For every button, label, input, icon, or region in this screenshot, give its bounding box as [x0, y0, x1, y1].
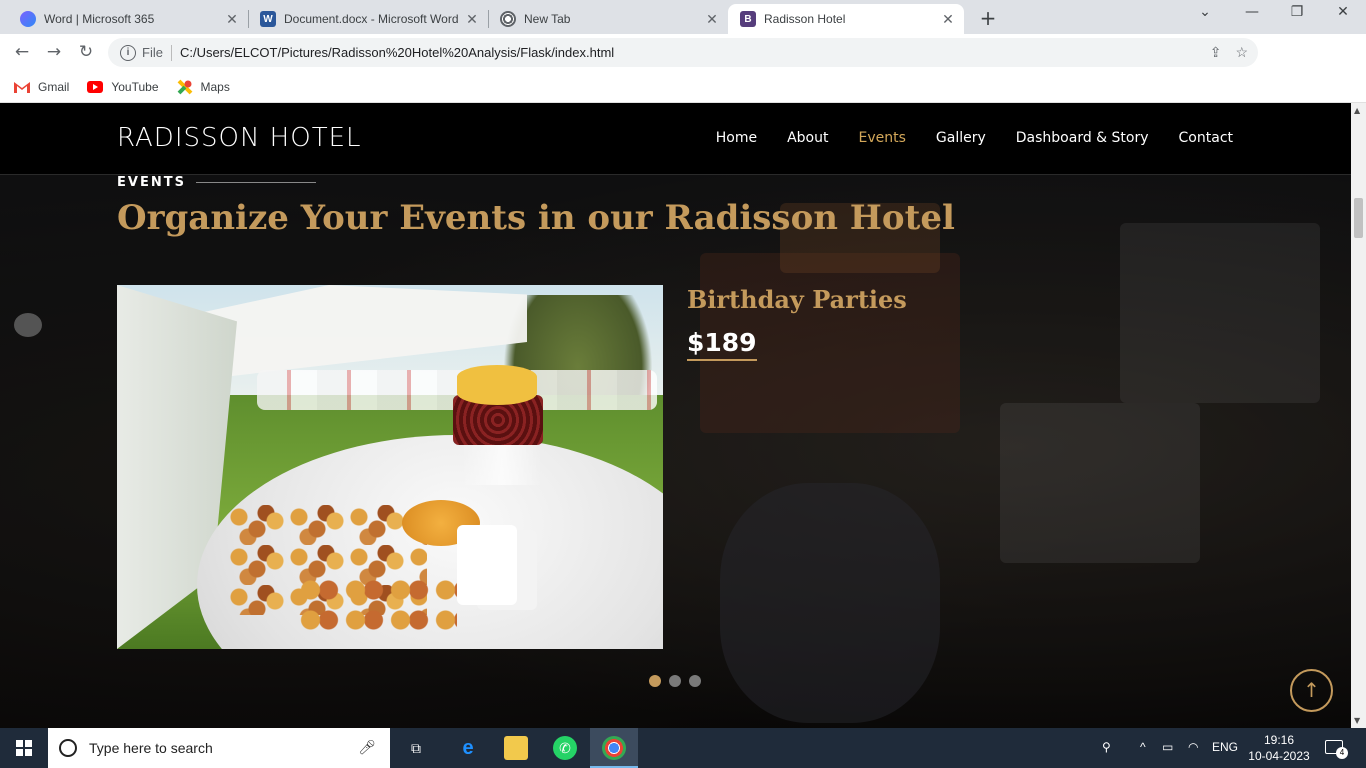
people-icon[interactable]: ⚲ [1102, 740, 1111, 754]
bootstrap-icon: B [740, 11, 756, 27]
bookmarks-bar: Gmail YouTube Maps [0, 71, 1366, 103]
nav-home[interactable]: Home [716, 130, 757, 146]
info-icon[interactable]: i [120, 44, 136, 61]
windows-taskbar: Type here to search 🎤︎ ⧉ e ✆ ⚲ ^ ▭ ◠ ENG… [0, 728, 1366, 768]
tab-document-word[interactable]: W Document.docx - Microsoft Word ✕ [248, 4, 488, 34]
language-indicator[interactable]: ENG [1212, 740, 1238, 754]
clock-time: 19:16 [1263, 733, 1295, 747]
whatsapp-icon[interactable]: ✆ [553, 736, 577, 760]
share-icon[interactable]: ⇪ [1210, 44, 1222, 61]
forward-arrow-icon[interactable]: → [42, 42, 66, 62]
event-price: $189 [687, 328, 757, 361]
close-icon[interactable]: ✕ [224, 11, 240, 28]
taskbar-clock[interactable]: 19:16 10-04-2023 [1246, 732, 1312, 764]
clock-date: 10-04-2023 [1248, 749, 1310, 763]
taskbar-search-box[interactable]: Type here to search 🎤︎ [48, 728, 390, 768]
gmail-icon [14, 81, 30, 93]
reload-icon[interactable]: ↻ [74, 42, 98, 62]
nav-events[interactable]: Events [858, 130, 905, 146]
slider-dot-3[interactable] [689, 675, 701, 687]
photo-cake-stand [462, 445, 542, 485]
tab-word-365[interactable]: Word | Microsoft 365 ✕ [8, 4, 248, 34]
bookmark-maps[interactable]: Maps [177, 79, 230, 95]
page-scrollbar[interactable]: ▲ ▼ [1351, 103, 1366, 728]
chevron-up-icon[interactable]: ^ [1140, 740, 1146, 754]
minimize-button[interactable]: — [1237, 4, 1267, 20]
close-icon[interactable]: ✕ [940, 11, 956, 28]
back-arrow-icon[interactable]: ← [10, 42, 34, 62]
word-icon: W [260, 11, 276, 27]
close-icon[interactable]: ✕ [704, 11, 720, 28]
kicker-line [195, 182, 316, 183]
site-brand-logo[interactable]: RADISSON HOTEL [117, 123, 361, 153]
new-tab-button[interactable]: + [976, 6, 1000, 30]
main-nav: Home About Events Gallery Dashboard & St… [716, 130, 1233, 146]
tab-radisson-hotel[interactable]: B Radisson Hotel ✕ [728, 4, 964, 34]
photo-pastries [297, 575, 457, 635]
tab-title: Word | Microsoft 365 [44, 12, 155, 26]
tab-title: Document.docx - Microsoft Word [284, 12, 459, 26]
edge-icon[interactable]: e [456, 736, 480, 760]
event-photo [117, 285, 663, 649]
file-explorer-icon[interactable] [504, 736, 528, 760]
address-bar[interactable]: i File C:/Users/ELCOT/Pictures/Radisson%… [108, 38, 1258, 67]
bookmark-label: Gmail [38, 79, 70, 94]
section-headline: Organize Your Events in our Radisson Hot… [117, 198, 955, 238]
photo-cups [457, 525, 517, 605]
back-to-top-arrow-icon[interactable]: ↑ [1290, 669, 1333, 712]
slider-dot-2[interactable] [669, 675, 681, 687]
omnibox-actions: ⇪ ☆ [1210, 44, 1248, 61]
bookmark-label: YouTube [111, 79, 159, 94]
section-kicker: EVENTS [117, 175, 316, 190]
task-view-icon[interactable]: ⧉ [404, 736, 428, 760]
close-icon[interactable]: ✕ [464, 11, 480, 28]
slider-pagination [649, 675, 701, 687]
scroll-up-icon[interactable]: ▲ [1354, 106, 1360, 115]
nav-dashboard-story[interactable]: Dashboard & Story [1016, 130, 1149, 146]
bookmark-gmail[interactable]: Gmail [14, 80, 69, 94]
section-kicker-text: EVENTS [117, 175, 186, 190]
notification-icon[interactable]: 4 [1325, 740, 1348, 759]
tab-title: Radisson Hotel [764, 12, 846, 26]
nav-about[interactable]: About [787, 130, 828, 146]
maps-icon [177, 79, 192, 94]
url-text[interactable]: C:/Users/ELCOT/Pictures/Radisson%20Hotel… [180, 45, 614, 60]
photo-yellow-cake [457, 365, 537, 405]
microphone-icon[interactable]: 🎤︎ [358, 739, 376, 756]
bookmark-label: Maps [200, 79, 230, 94]
close-window-button[interactable]: ✕ [1328, 4, 1358, 20]
bookmark-youtube[interactable]: YouTube [87, 79, 159, 94]
web-page: RADISSON HOTEL Home About Events Gallery… [0, 103, 1351, 728]
chrome-icon [602, 736, 626, 760]
bookmark-star-icon[interactable]: ☆ [1235, 44, 1248, 61]
battery-icon[interactable]: ▭ [1162, 740, 1173, 754]
scroll-down-icon[interactable]: ▼ [1354, 716, 1360, 725]
wifi-icon[interactable]: ◠ [1188, 740, 1198, 754]
site-header: RADISSON HOTEL Home About Events Gallery… [0, 103, 1351, 175]
nav-contact[interactable]: Contact [1179, 130, 1233, 146]
cortana-icon [59, 739, 77, 757]
youtube-icon [87, 80, 104, 93]
microsoft365-icon [20, 11, 36, 27]
scheme-label: File [142, 45, 163, 60]
tab-new-tab[interactable]: New Tab ✕ [488, 4, 728, 34]
notification-count: 4 [1336, 747, 1348, 759]
slider-dot-1[interactable] [649, 675, 661, 687]
tab-title: New Tab [524, 12, 571, 26]
windows-start-icon[interactable] [16, 740, 32, 756]
scrollbar-thumb[interactable] [1354, 198, 1363, 238]
browser-tab-bar: Word | Microsoft 365 ✕ W Document.docx -… [0, 0, 1366, 34]
address-toolbar: ← → ↻ i File C:/Users/ELCOT/Pictures/Rad… [0, 34, 1366, 102]
search-placeholder: Type here to search [89, 740, 213, 756]
slider-prev-button[interactable] [14, 313, 42, 337]
nav-gallery[interactable]: Gallery [936, 130, 986, 146]
divider [170, 44, 172, 61]
event-title: Birthday Parties [687, 285, 907, 314]
restore-button[interactable]: ❐ [1282, 4, 1312, 20]
tab-search-icon[interactable]: ⌄ [1190, 4, 1220, 20]
chrome-icon [500, 11, 516, 27]
